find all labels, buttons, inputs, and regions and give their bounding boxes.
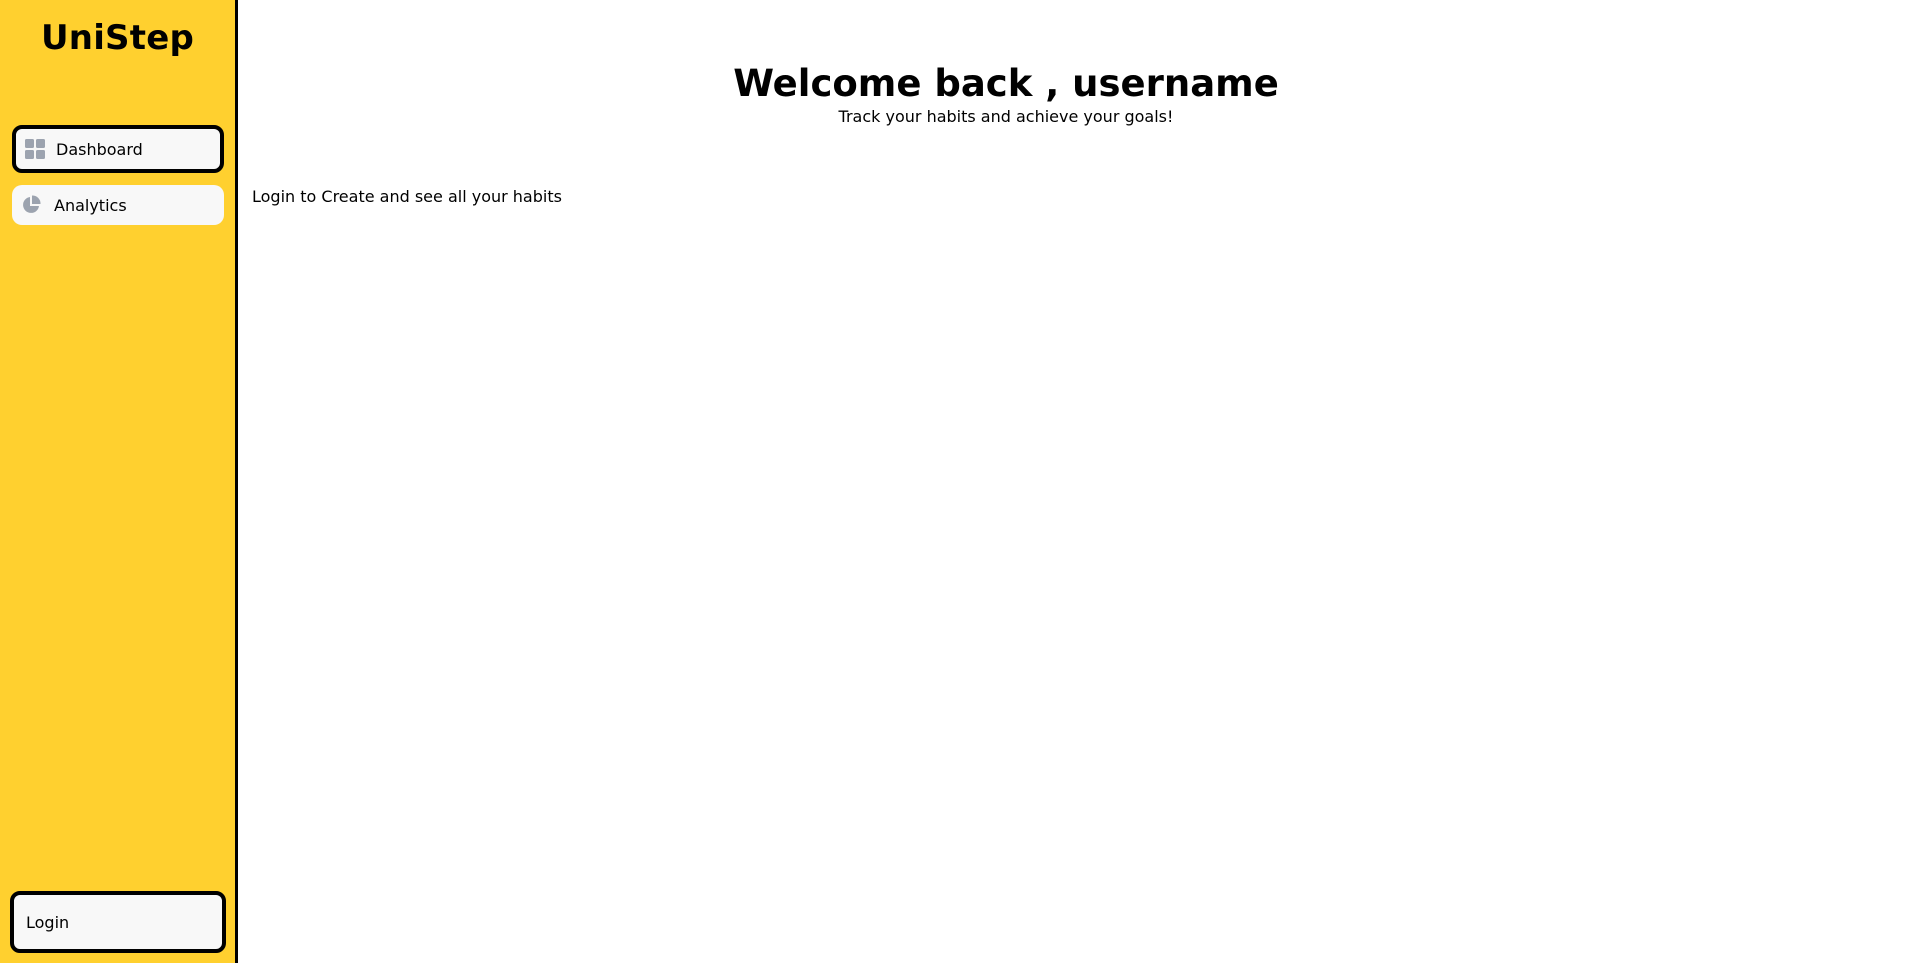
page-title: Welcome back , username xyxy=(733,62,1279,105)
sidebar-item-label: Analytics xyxy=(54,195,127,215)
main-content: Welcome back , username Track your habit… xyxy=(238,0,1918,963)
login-button[interactable]: Login xyxy=(10,891,226,953)
sidebar-item-dashboard[interactable]: Dashboard xyxy=(12,125,224,173)
dashboard-grid-icon xyxy=(24,138,46,160)
pie-chart-icon xyxy=(20,194,42,216)
login-button-label: Login xyxy=(26,912,70,932)
sidebar-item-label: Dashboard xyxy=(56,139,143,159)
sidebar-item-analytics[interactable]: Analytics xyxy=(12,185,224,225)
login-prompt-text: Login to Create and see all your habits xyxy=(252,187,562,206)
app-root: UniStep Dashboard Analytics Login Welcom… xyxy=(0,0,1918,963)
page-subtitle: Track your habits and achieve your goals… xyxy=(838,107,1174,126)
sidebar: UniStep Dashboard Analytics Login xyxy=(0,0,238,963)
brand-title: UniStep xyxy=(40,18,194,58)
